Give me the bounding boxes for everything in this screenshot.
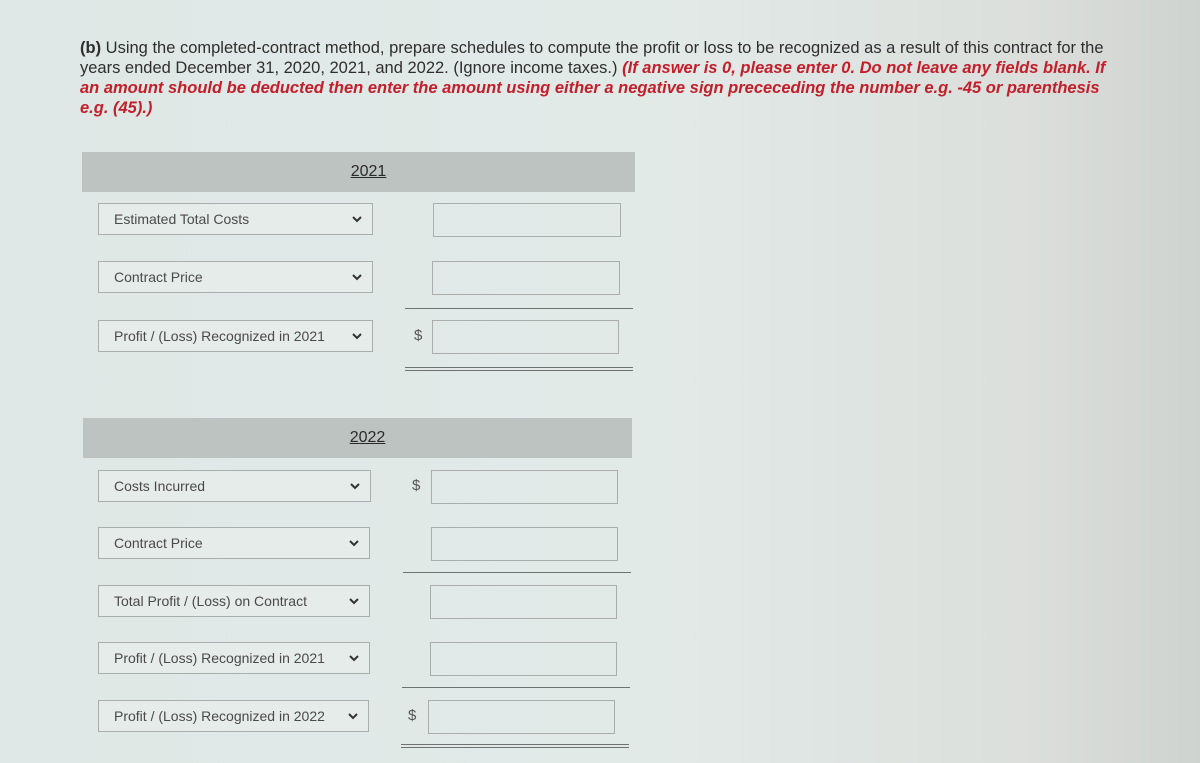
chevron-down-icon — [349, 598, 359, 605]
amount-input[interactable] — [432, 261, 620, 295]
amount-input[interactable] — [433, 203, 621, 237]
dropdown-value: Profit / (Loss) Recognized in 2021 — [114, 650, 325, 666]
total-double-rule — [401, 744, 629, 748]
amount-input[interactable] — [431, 527, 618, 561]
dropdown-value: Contract Price — [114, 269, 203, 285]
chevron-down-icon — [348, 713, 358, 720]
chevron-down-icon — [352, 216, 362, 223]
dollar-sign: $ — [414, 327, 423, 344]
chevron-down-icon — [352, 274, 362, 281]
line-item-dropdown[interactable]: Estimated Total Costs — [98, 203, 373, 235]
chevron-down-icon — [349, 655, 359, 662]
part-label: (b) — [80, 39, 102, 57]
dropdown-value: Profit / (Loss) Recognized in 2021 — [114, 328, 325, 344]
line-item-dropdown[interactable]: Profit / (Loss) Recognized in 2021 — [98, 642, 370, 674]
chevron-down-icon — [349, 540, 359, 547]
total-double-rule — [405, 367, 633, 371]
subtotal-rule — [405, 308, 633, 309]
year-header-2021: 2021 — [82, 152, 635, 192]
year-label: 2022 — [349, 429, 386, 446]
line-item-dropdown[interactable]: Total Profit / (Loss) on Contract — [98, 585, 370, 617]
chevron-down-icon — [352, 333, 362, 340]
amount-input[interactable] — [431, 470, 618, 504]
dropdown-value: Costs Incurred — [114, 478, 206, 494]
line-item-dropdown[interactable]: Profit / (Loss) Recognized in 2022 — [98, 700, 369, 732]
line-item-dropdown[interactable]: Costs Incurred — [98, 470, 371, 502]
year-label: 2021 — [350, 163, 387, 180]
dollar-sign: $ — [412, 477, 421, 494]
dollar-sign: $ — [408, 707, 417, 724]
year-header-2022: 2022 — [83, 418, 632, 458]
dropdown-value: Contract Price — [114, 535, 203, 551]
amount-input[interactable] — [432, 320, 619, 354]
amount-input[interactable] — [430, 585, 617, 619]
line-item-dropdown[interactable]: Contract Price — [98, 261, 373, 293]
chevron-down-icon — [350, 483, 360, 490]
dropdown-value: Total Profit / (Loss) on Contract — [114, 593, 307, 609]
dropdown-value: Profit / (Loss) Recognized in 2022 — [114, 708, 325, 724]
line-item-dropdown[interactable]: Profit / (Loss) Recognized in 2021 — [98, 320, 373, 352]
question-text: (b) Using the completed-contract method,… — [80, 38, 1110, 118]
amount-input[interactable] — [428, 700, 615, 734]
subtotal-rule — [403, 572, 631, 573]
amount-input[interactable] — [430, 642, 617, 676]
subtotal-rule — [402, 687, 630, 688]
dropdown-value: Estimated Total Costs — [114, 211, 250, 227]
line-item-dropdown[interactable]: Contract Price — [98, 527, 370, 559]
